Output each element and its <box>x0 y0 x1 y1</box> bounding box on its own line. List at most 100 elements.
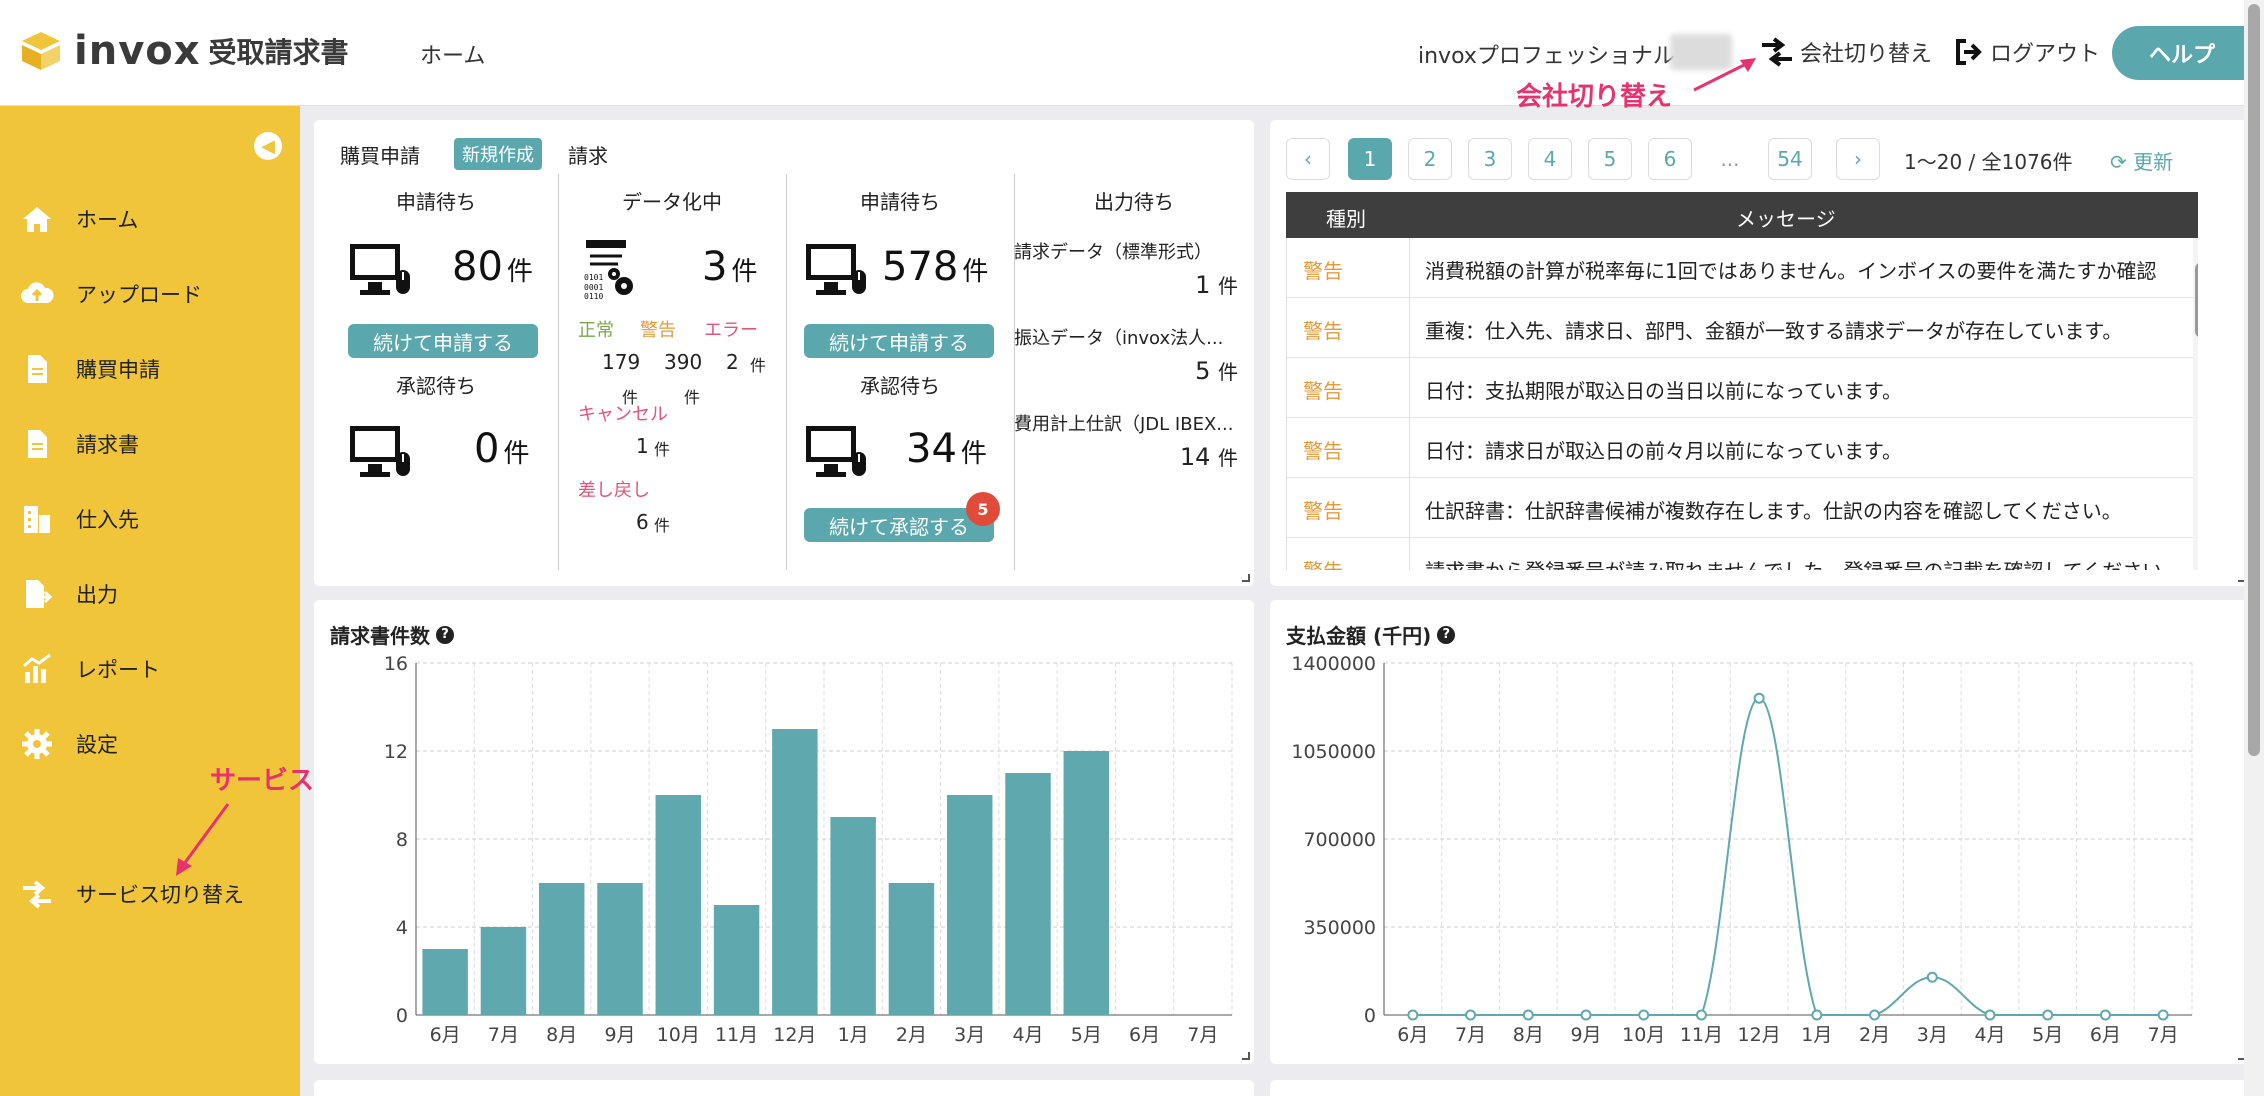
page-button[interactable]: 5 <box>1588 138 1632 180</box>
datafy-cancel-count[interactable]: 1 <box>636 434 649 458</box>
data-point <box>1753 692 1765 704</box>
help-button[interactable]: ヘルプ <box>2112 26 2252 80</box>
bar <box>1005 773 1051 1015</box>
x-tick-label: 12月 <box>1738 1024 1781 1046</box>
data-point <box>1984 1009 1996 1021</box>
gear-icon <box>22 729 52 759</box>
message-table-body[interactable]: 警告 消費税額の計算が税率毎に1回ではありません。インボイスの要件を満たすか確認 … <box>1286 238 2198 570</box>
page-button[interactable]: 4 <box>1528 138 1572 180</box>
switch-company-button[interactable]: 会社切り替え <box>1760 36 1932 68</box>
logo[interactable]: invox 受取請求書 <box>18 28 349 74</box>
sidebar-item-label: ホーム <box>76 208 139 232</box>
sidebar-item-upload[interactable]: アップロード <box>20 277 202 311</box>
page-button[interactable]: 6 <box>1648 138 1692 180</box>
sidebar-item-home[interactable]: ホーム <box>20 202 138 236</box>
table-row[interactable]: 警告 請求書から登録番号が読み取れませんでした。登録番号の記載を確認してください <box>1287 538 2198 570</box>
continue-invoice-apply-button[interactable]: 続けて申請する <box>804 324 994 358</box>
monitor-icon <box>350 244 410 295</box>
x-tick-label: 3月 <box>1917 1024 1948 1046</box>
table-row[interactable]: 警告 消費税額の計算が税率毎に1回ではありません。インボイスの要件を満たすか確認 <box>1287 238 2198 298</box>
bar <box>655 795 702 1015</box>
table-row[interactable]: 警告 仕訳辞書：仕訳辞書候補が複数存在します。仕訳の内容を確認してください。 <box>1287 478 2198 538</box>
sidebar-item-purchase[interactable]: 購買申請 <box>20 352 160 386</box>
data-point <box>1407 1009 1419 1021</box>
datafy-normal-count[interactable]: 179 <box>602 350 640 374</box>
bar <box>597 883 643 1015</box>
message-text: 日付：請求日が取込日の前々月以前になっています。 <box>1425 439 1902 463</box>
data-point <box>1580 1009 1592 1021</box>
page-button[interactable]: 1 <box>1348 138 1392 180</box>
cell-divider <box>1409 358 1410 418</box>
datafy-error-count[interactable]: 2 <box>726 350 739 374</box>
table-row[interactable]: 警告 日付：請求日が取込日の前々月以前になっています。 <box>1287 418 2198 478</box>
page-button[interactable]: 3 <box>1468 138 1512 180</box>
chart-icon <box>23 653 51 683</box>
app-header: invox 受取請求書 ホーム invoxプロフェッショナル 会社切り替え ログ… <box>0 0 2264 106</box>
datafy-return-count[interactable]: 6 <box>636 510 649 534</box>
sidebar-item-service-switch[interactable]: サービス切り替え <box>20 877 244 911</box>
table-row[interactable]: 警告 重複：仕入先、請求日、部門、金額が一致する請求データが存在しています。 <box>1287 298 2198 358</box>
bar <box>946 795 993 1015</box>
document-icon <box>28 355 47 383</box>
x-tick-label: 9月 <box>1570 1024 1601 1046</box>
x-tick-label: 6月 <box>1129 1024 1160 1046</box>
refresh-button[interactable]: ⟳ 更新 <box>2110 146 2173 175</box>
data-point <box>1465 1009 1477 1021</box>
line-chart: 0 350000 700000 1050000 1400000 6月 7月 8月 9月 10月 11… <box>1291 653 2193 1046</box>
x-tick-label: 8月 <box>546 1024 577 1046</box>
annotation-arrow-icon <box>176 803 230 876</box>
sidebar-item-invoice[interactable]: 請求書 <box>20 427 139 461</box>
message-kind: 警告 <box>1303 555 1403 570</box>
prev-page-button[interactable]: ‹ <box>1286 138 1330 180</box>
bar <box>888 883 935 1015</box>
output-item-label[interactable]: 振込データ（invox法人... <box>1014 324 1244 350</box>
building-icon <box>24 506 50 533</box>
message-table-header: 種別 メッセージ <box>1286 192 2198 238</box>
continue-invoice-approve-button[interactable]: 続けて承認する <box>804 508 994 542</box>
invoice-section-label: 請求 <box>568 144 608 168</box>
output-item-label[interactable]: 費用計上仕訳（JDL IBEX... <box>1014 410 1244 436</box>
x-tick-label: 4月 <box>1974 1024 2005 1046</box>
x-tick-label: 1月 <box>838 1024 869 1046</box>
bar <box>1063 751 1110 1015</box>
invoice-pending-title: 申請待ち <box>860 190 940 214</box>
collapse-sidebar-icon[interactable]: ◀ <box>254 132 282 160</box>
table-row[interactable]: 警告 日付：支払期限が取込日の当日以前になっています。 <box>1287 358 2198 418</box>
sidebar-item-report[interactable]: レポート <box>20 652 160 686</box>
logout-button[interactable]: ログアウト <box>1954 36 2100 68</box>
x-tick-label: 11月 <box>1680 1024 1723 1046</box>
cloud-upload-icon <box>21 282 54 303</box>
bar <box>538 883 585 1015</box>
new-purchase-button[interactable]: 新規作成 <box>454 138 542 170</box>
y-tick-label: 16 <box>384 653 408 675</box>
cell-divider <box>1409 238 1410 298</box>
page-button[interactable]: 2 <box>1408 138 1452 180</box>
purchase-approval-count: 0件 <box>474 426 530 472</box>
message-scrollbar-thumb[interactable] <box>2195 262 2198 338</box>
continue-purchase-apply-button[interactable]: 続けて申請する <box>348 324 538 358</box>
datafy-warning-count[interactable]: 390 <box>664 350 702 374</box>
output-item-count: 1 件 <box>1195 271 1238 299</box>
page-scrollbar-thumb[interactable] <box>2248 4 2260 756</box>
data-point <box>2042 1009 2054 1021</box>
sidebar-item-label: レポート <box>76 658 160 682</box>
sidebar-item-output[interactable]: 出力 <box>20 577 118 611</box>
resize-handle[interactable] <box>1242 574 1250 582</box>
x-tick-label: 2月 <box>896 1024 927 1046</box>
next-page-button[interactable]: › <box>1836 138 1880 180</box>
y-tick-label: 0 <box>396 1005 408 1027</box>
output-item-label[interactable]: 請求データ（標準形式） <box>1014 238 1244 264</box>
page-button[interactable]: 54 <box>1768 138 1812 180</box>
resize-handle[interactable] <box>1242 1052 1250 1060</box>
nav-home-link[interactable]: ホーム <box>420 38 485 70</box>
bar <box>422 949 468 1015</box>
message-kind: 警告 <box>1303 319 1343 343</box>
column-header-kind: 種別 <box>1326 207 1366 231</box>
invoice-approval-count: 34 件 <box>906 426 987 472</box>
sidebar-item-suppliers[interactable]: 仕入先 <box>20 502 139 536</box>
sidebar-item-settings[interactable]: 設定 <box>20 727 118 761</box>
page-info: 1〜20 / 全1076件 <box>1904 150 2073 174</box>
purchase-approval-title: 承認待ち <box>396 374 476 398</box>
refresh-icon: ⟳ <box>2110 150 2127 174</box>
y-tick-label: 0 <box>1364 1005 1376 1027</box>
